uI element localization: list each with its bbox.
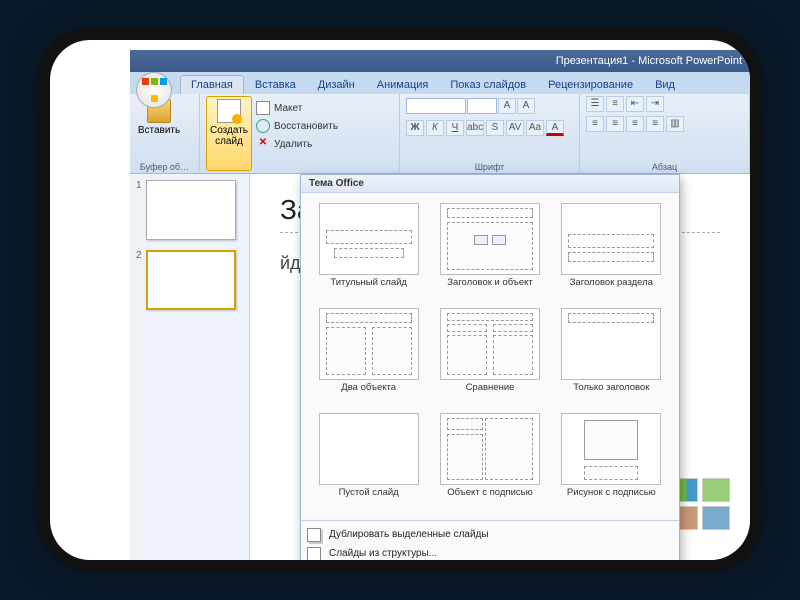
powerpoint-window: Презентация1 - Microsoft PowerPoint Глав…	[130, 50, 750, 560]
thumb-slot[interactable]: 2	[136, 250, 243, 310]
dropdown-footer: Дублировать выделенные слайды Слайды из …	[301, 520, 679, 560]
font-group-label: Шрифт	[400, 162, 579, 172]
layout-blank[interactable]: Пустой слайд	[309, 411, 428, 512]
font-name[interactable]	[406, 98, 466, 114]
bullets-button[interactable]: ☰	[586, 96, 604, 112]
align-left[interactable]: ≡	[586, 116, 604, 132]
underline-button[interactable]: Ч	[446, 120, 464, 136]
font-color[interactable]: A	[546, 120, 564, 136]
layout-section-header[interactable]: Заголовок раздела	[552, 201, 671, 302]
duplicate-icon	[307, 528, 321, 542]
insert-media-icon[interactable]	[702, 506, 730, 530]
font-size[interactable]	[467, 98, 497, 114]
italic-button[interactable]: К	[426, 120, 444, 136]
align-right[interactable]: ≡	[626, 116, 644, 132]
shadow-button[interactable]: S	[486, 120, 504, 136]
window-title: Презентация1 - Microsoft PowerPoint	[556, 55, 742, 67]
delete-icon: ✕	[256, 137, 270, 151]
dropdown-header: Тема Office	[301, 175, 679, 193]
indent-right[interactable]: ⇥	[646, 96, 664, 112]
grow-font[interactable]: A	[498, 98, 516, 114]
layout-comparison[interactable]: Сравнение	[430, 306, 549, 407]
new-slide-button[interactable]: Создать слайд	[206, 96, 252, 171]
insert-smartart-icon[interactable]	[702, 478, 730, 502]
delete-button[interactable]: ✕ Удалить	[256, 136, 338, 152]
para-group-label: Абзац	[580, 162, 749, 172]
layout-content-caption[interactable]: Объект с подписью	[430, 411, 549, 512]
layout-two-content[interactable]: Два объекта	[309, 306, 428, 407]
new-slide-icon	[217, 99, 241, 123]
group-font: A A Ж К Ч abc S AV Aa A Шрифт	[400, 94, 580, 173]
spacing-button[interactable]: AV	[506, 120, 524, 136]
tab-view[interactable]: Вид	[644, 75, 686, 94]
layout-gallery: Титульный слайд Заголовок и объект Загол…	[301, 193, 679, 520]
bold-button[interactable]: Ж	[406, 120, 424, 136]
tab-animation[interactable]: Анимация	[366, 75, 440, 94]
office-button[interactable]	[136, 72, 172, 108]
layout-title-content[interactable]: Заголовок и объект	[430, 201, 549, 302]
tab-home[interactable]: Главная	[180, 75, 244, 94]
layout-title-only[interactable]: Только заголовок	[552, 306, 671, 407]
layout-button[interactable]: Макет	[256, 100, 338, 116]
thumb-slot[interactable]: 1	[136, 180, 243, 240]
title-bar: Презентация1 - Microsoft PowerPoint	[130, 50, 750, 72]
group-paragraph: ☰ ≡ ⇤ ⇥ ≡ ≡ ≡ ≡ ▥ Абзац	[580, 94, 750, 173]
tab-review[interactable]: Рецензирование	[537, 75, 644, 94]
layout-picture-caption[interactable]: Рисунок с подписью	[552, 411, 671, 512]
outline-icon	[307, 547, 321, 560]
case-button[interactable]: Aa	[526, 120, 544, 136]
tab-design[interactable]: Дизайн	[307, 75, 366, 94]
monitor-frame: Презентация1 - Microsoft PowerPoint Глав…	[50, 40, 750, 560]
strike-button[interactable]: abc	[466, 120, 484, 136]
indent-left[interactable]: ⇤	[626, 96, 644, 112]
tab-slideshow[interactable]: Показ слайдов	[439, 75, 537, 94]
ribbon-tabs: Главная Вставка Дизайн Анимация Показ сл…	[130, 72, 750, 94]
align-center[interactable]: ≡	[606, 116, 624, 132]
layout-icon	[256, 101, 270, 115]
group-label: Буфер об…	[130, 162, 199, 172]
shrink-font[interactable]: A	[517, 98, 535, 114]
group-clipboard: Вставить Буфер об…	[130, 94, 200, 173]
tab-insert[interactable]: Вставка	[244, 75, 307, 94]
layout-title-slide[interactable]: Титульный слайд	[309, 201, 428, 302]
slide-thumb-2[interactable]	[146, 250, 236, 310]
group-slides: Создать слайд Макет Восстановить ✕ Удали…	[200, 94, 400, 173]
numbering-button[interactable]: ≡	[606, 96, 624, 112]
new-slide-layout-dropdown: Тема Office Титульный слайд Заголовок и …	[300, 174, 680, 560]
columns-button[interactable]: ▥	[666, 116, 684, 132]
slides-from-outline-item[interactable]: Слайды из структуры...	[301, 544, 679, 560]
reset-button[interactable]: Восстановить	[256, 118, 338, 134]
slide-thumb-1[interactable]	[146, 180, 236, 240]
reset-icon	[256, 119, 270, 133]
align-justify[interactable]: ≡	[646, 116, 664, 132]
ribbon: Вставить Буфер об… Создать слайд Макет В…	[130, 94, 750, 174]
duplicate-slides-item[interactable]: Дублировать выделенные слайды	[301, 525, 679, 544]
slide-thumbnail-panel: 1 2	[130, 174, 250, 560]
